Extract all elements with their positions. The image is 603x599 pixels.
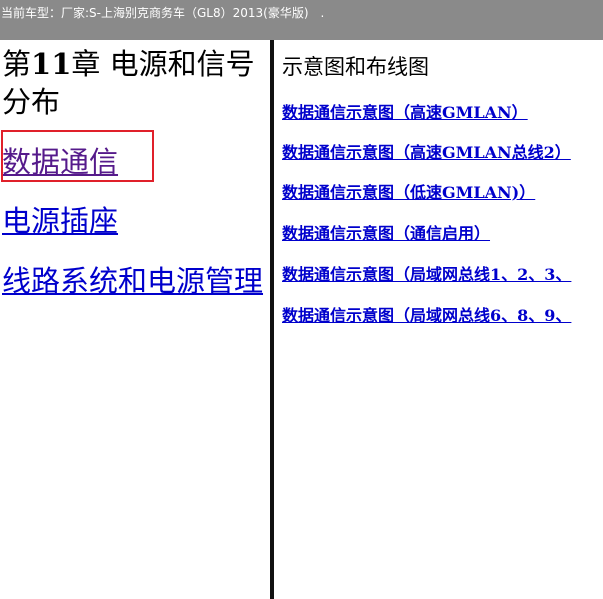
chapter-title: 第11章 电源和信号分布 bbox=[2, 45, 270, 121]
vehicle-label: 当前车型： bbox=[1, 6, 62, 20]
nav-link-power-outlet[interactable]: 电源插座 bbox=[2, 202, 118, 240]
section-title: 示意图和布线图 bbox=[282, 55, 429, 79]
chapter-prefix: 第 bbox=[2, 47, 32, 81]
vehicle-info-bar: 当前车型：厂家:S-上海别克商务车（GL8）2013(豪华版). bbox=[0, 0, 603, 40]
diagram-link-lan-bus-6-8-9[interactable]: 数据通信示意图（局域网总线6、8、9、 bbox=[282, 306, 571, 326]
vehicle-value: 厂家:S-上海别克商务车（GL8）2013(豪华版) bbox=[61, 6, 309, 20]
diagram-link-lan-bus-1-2-3[interactable]: 数据通信示意图（局域网总线1、2、3、 bbox=[282, 265, 571, 285]
header-trailing-mark: . bbox=[320, 6, 325, 20]
chapter-navigation-pane: 第11章 电源和信号分布 数据通信 电源插座 线路系统和电源管理 bbox=[0, 40, 270, 599]
diagram-link-comm-enable[interactable]: 数据通信示意图（通信启用） bbox=[282, 224, 490, 244]
selection-highlight-box bbox=[1, 130, 154, 182]
diagram-list-pane: 示意图和布线图 数据通信示意图（高速GMLAN） 数据通信示意图（高速GMLAN… bbox=[274, 40, 603, 599]
diagram-link-hs-gmlan-bus2[interactable]: 数据通信示意图（高速GMLAN总线2） bbox=[282, 143, 571, 163]
chapter-number: 11 bbox=[31, 47, 72, 81]
nav-link-wiring-and-power-management[interactable]: 线路系统和电源管理 bbox=[2, 262, 268, 300]
diagram-link-ls-gmlan[interactable]: 数据通信示意图（低速GMLAN)） bbox=[282, 183, 535, 203]
diagram-link-hs-gmlan[interactable]: 数据通信示意图（高速GMLAN） bbox=[282, 103, 528, 123]
